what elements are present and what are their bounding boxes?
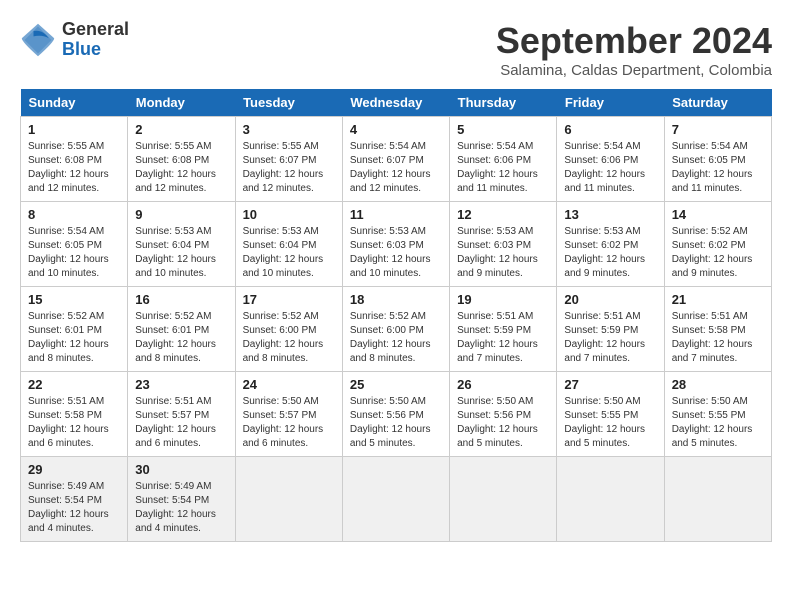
header-monday: Monday — [128, 89, 235, 117]
day-8: 8 Sunrise: 5:54 AMSunset: 6:05 PMDayligh… — [21, 202, 128, 287]
week-2: 8 Sunrise: 5:54 AMSunset: 6:05 PMDayligh… — [21, 202, 772, 287]
day-18: 18 Sunrise: 5:52 AMSunset: 6:00 PMDaylig… — [342, 287, 449, 372]
day-24: 24 Sunrise: 5:50 AMSunset: 5:57 PMDaylig… — [235, 372, 342, 457]
calendar-table: Sunday Monday Tuesday Wednesday Thursday… — [20, 89, 772, 542]
page-header: General Blue September 2024 Salamina, Ca… — [20, 20, 772, 79]
day-12: 12 Sunrise: 5:53 AMSunset: 6:03 PMDaylig… — [450, 202, 557, 287]
header-saturday: Saturday — [664, 89, 771, 117]
day-13: 13 Sunrise: 5:53 AMSunset: 6:02 PMDaylig… — [557, 202, 664, 287]
location-title: Salamina, Caldas Department, Colombia — [496, 62, 772, 79]
day-4: 4 Sunrise: 5:54 AMSunset: 6:07 PMDayligh… — [342, 117, 449, 202]
week-3: 15 Sunrise: 5:52 AMSunset: 6:01 PMDaylig… — [21, 287, 772, 372]
logo-icon — [20, 22, 56, 58]
header-sunday: Sunday — [21, 89, 128, 117]
day-10: 10 Sunrise: 5:53 AMSunset: 6:04 PMDaylig… — [235, 202, 342, 287]
day-1: 1 Sunrise: 5:55 AMSunset: 6:08 PMDayligh… — [21, 117, 128, 202]
day-23: 23 Sunrise: 5:51 AMSunset: 5:57 PMDaylig… — [128, 372, 235, 457]
empty-cell-5 — [664, 457, 771, 542]
day-29: 29 Sunrise: 5:49 AMSunset: 5:54 PMDaylig… — [21, 457, 128, 542]
empty-cell-1 — [235, 457, 342, 542]
day-14: 14 Sunrise: 5:52 AMSunset: 6:02 PMDaylig… — [664, 202, 771, 287]
day-30: 30 Sunrise: 5:49 AMSunset: 5:54 PMDaylig… — [128, 457, 235, 542]
logo-text: General Blue — [62, 20, 129, 60]
day-26: 26 Sunrise: 5:50 AMSunset: 5:56 PMDaylig… — [450, 372, 557, 457]
days-header-row: Sunday Monday Tuesday Wednesday Thursday… — [21, 89, 772, 117]
empty-cell-2 — [342, 457, 449, 542]
title-area: September 2024 Salamina, Caldas Departme… — [496, 20, 772, 79]
day-6: 6 Sunrise: 5:54 AMSunset: 6:06 PMDayligh… — [557, 117, 664, 202]
empty-cell-4 — [557, 457, 664, 542]
logo-general: General — [62, 20, 129, 40]
day-27: 27 Sunrise: 5:50 AMSunset: 5:55 PMDaylig… — [557, 372, 664, 457]
week-4: 22 Sunrise: 5:51 AMSunset: 5:58 PMDaylig… — [21, 372, 772, 457]
day-25: 25 Sunrise: 5:50 AMSunset: 5:56 PMDaylig… — [342, 372, 449, 457]
header-friday: Friday — [557, 89, 664, 117]
day-28: 28 Sunrise: 5:50 AMSunset: 5:55 PMDaylig… — [664, 372, 771, 457]
header-thursday: Thursday — [450, 89, 557, 117]
day-11: 11 Sunrise: 5:53 AMSunset: 6:03 PMDaylig… — [342, 202, 449, 287]
week-1: 1 Sunrise: 5:55 AMSunset: 6:08 PMDayligh… — [21, 117, 772, 202]
day-2: 2 Sunrise: 5:55 AMSunset: 6:08 PMDayligh… — [128, 117, 235, 202]
day-9: 9 Sunrise: 5:53 AMSunset: 6:04 PMDayligh… — [128, 202, 235, 287]
month-title: September 2024 — [496, 20, 772, 62]
day-22: 22 Sunrise: 5:51 AMSunset: 5:58 PMDaylig… — [21, 372, 128, 457]
day-3: 3 Sunrise: 5:55 AMSunset: 6:07 PMDayligh… — [235, 117, 342, 202]
day-19: 19 Sunrise: 5:51 AMSunset: 5:59 PMDaylig… — [450, 287, 557, 372]
day-21: 21 Sunrise: 5:51 AMSunset: 5:58 PMDaylig… — [664, 287, 771, 372]
day-7: 7 Sunrise: 5:54 AMSunset: 6:05 PMDayligh… — [664, 117, 771, 202]
empty-cell-3 — [450, 457, 557, 542]
logo-blue: Blue — [62, 40, 129, 60]
header-wednesday: Wednesday — [342, 89, 449, 117]
day-15: 15 Sunrise: 5:52 AMSunset: 6:01 PMDaylig… — [21, 287, 128, 372]
week-5: 29 Sunrise: 5:49 AMSunset: 5:54 PMDaylig… — [21, 457, 772, 542]
day-20: 20 Sunrise: 5:51 AMSunset: 5:59 PMDaylig… — [557, 287, 664, 372]
header-tuesday: Tuesday — [235, 89, 342, 117]
day-5: 5 Sunrise: 5:54 AMSunset: 6:06 PMDayligh… — [450, 117, 557, 202]
logo: General Blue — [20, 20, 129, 60]
day-17: 17 Sunrise: 5:52 AMSunset: 6:00 PMDaylig… — [235, 287, 342, 372]
day-16: 16 Sunrise: 5:52 AMSunset: 6:01 PMDaylig… — [128, 287, 235, 372]
